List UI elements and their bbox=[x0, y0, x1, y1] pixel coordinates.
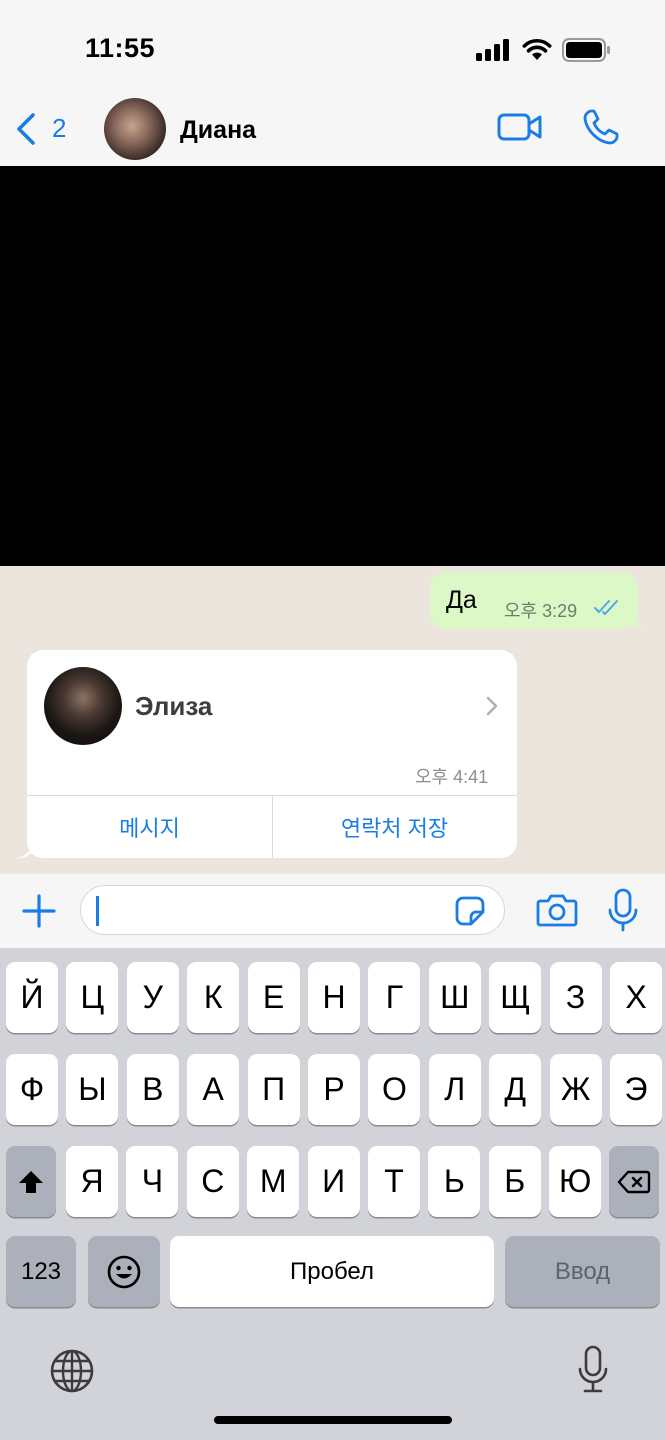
return-key[interactable]: Ввод bbox=[505, 1236, 660, 1307]
key-М[interactable]: М bbox=[247, 1146, 300, 1217]
key-Ю[interactable]: Ю bbox=[549, 1146, 602, 1217]
key-Ш[interactable]: Ш bbox=[428, 962, 481, 1033]
key-Д[interactable]: Д bbox=[489, 1054, 542, 1125]
chat-header: 2 Диана bbox=[0, 96, 665, 166]
key-Х[interactable]: Х bbox=[610, 962, 662, 1033]
status-bar: 11:55 bbox=[0, 0, 665, 96]
key-Я[interactable]: Я bbox=[66, 1146, 118, 1217]
status-time: 11:55 bbox=[85, 33, 156, 63]
key-Г[interactable]: Г bbox=[368, 962, 421, 1033]
message-time: 오후 3:29 bbox=[504, 601, 578, 621]
key-Ф[interactable]: Ф bbox=[6, 1054, 58, 1125]
key-Ч[interactable]: Ч bbox=[126, 1146, 179, 1217]
key-Р[interactable]: Р bbox=[308, 1054, 360, 1125]
contact-avatar[interactable] bbox=[104, 98, 166, 160]
dictation-icon[interactable] bbox=[576, 1345, 610, 1395]
key-В[interactable]: В bbox=[126, 1054, 179, 1125]
key-З[interactable]: З bbox=[549, 962, 602, 1033]
shared-contact-card[interactable]: Элиза 오후 4:41 메시지 연락처 저장 bbox=[27, 650, 517, 858]
key-И[interactable]: И bbox=[307, 1146, 360, 1217]
message-time: 오후 4:41 bbox=[415, 767, 489, 787]
key-Ц[interactable]: Ц bbox=[66, 962, 119, 1033]
home-indicator bbox=[214, 1416, 452, 1424]
double-check-icon bbox=[594, 600, 618, 615]
key-А[interactable]: А bbox=[187, 1054, 240, 1125]
key-Ж[interactable]: Ж bbox=[549, 1054, 602, 1125]
phone-icon[interactable] bbox=[582, 108, 620, 146]
contact-name[interactable]: Диана bbox=[180, 116, 256, 145]
key-О[interactable]: О bbox=[368, 1054, 421, 1125]
outgoing-message-bubble[interactable]: Да 오후 3:29 bbox=[430, 572, 638, 629]
key-Э[interactable]: Э bbox=[610, 1054, 662, 1125]
microphone-icon[interactable] bbox=[607, 888, 639, 932]
emoji-key[interactable] bbox=[88, 1236, 160, 1307]
key-Й[interactable]: Й bbox=[6, 962, 58, 1033]
shift-icon bbox=[19, 1170, 43, 1193]
numbers-key[interactable]: 123 bbox=[6, 1236, 76, 1307]
backspace-icon bbox=[617, 1170, 651, 1193]
message-text: Да bbox=[446, 586, 477, 614]
emoji-icon bbox=[107, 1255, 141, 1288]
key-К[interactable]: К bbox=[187, 962, 240, 1033]
shared-contact-avatar bbox=[44, 667, 122, 745]
video-camera-icon[interactable] bbox=[497, 111, 543, 143]
plus-icon[interactable] bbox=[21, 893, 57, 929]
key-С[interactable]: С bbox=[186, 1146, 239, 1217]
message-contact-button[interactable]: 메시지 bbox=[27, 795, 272, 858]
backspace-key[interactable] bbox=[609, 1146, 659, 1217]
chevron-right-icon[interactable] bbox=[485, 695, 499, 717]
message-input[interactable] bbox=[80, 885, 505, 935]
text-caret bbox=[96, 896, 99, 926]
message-input-bar bbox=[0, 874, 665, 948]
wifi-icon bbox=[522, 38, 552, 60]
key-П[interactable]: П bbox=[247, 1054, 300, 1125]
key-Б[interactable]: Б bbox=[488, 1146, 541, 1217]
key-Е[interactable]: Е bbox=[247, 962, 300, 1033]
bubble-tail bbox=[630, 610, 650, 629]
keyboard: ЙЦУКЕНГШЩЗХ ФЫВАПРОЛДЖЭ ЯЧСМИТЬБЮ 123 Пр… bbox=[0, 948, 665, 1440]
shared-contact-name: Элиза bbox=[135, 691, 213, 721]
back-unread-count[interactable]: 2 bbox=[52, 113, 66, 144]
shift-key[interactable] bbox=[6, 1146, 56, 1217]
key-Н[interactable]: Н bbox=[308, 962, 360, 1033]
space-key[interactable]: Пробел bbox=[170, 1236, 494, 1307]
media-message[interactable] bbox=[0, 166, 665, 566]
key-У[interactable]: У bbox=[126, 962, 179, 1033]
camera-icon[interactable] bbox=[536, 892, 578, 928]
chevron-left-icon[interactable] bbox=[14, 112, 38, 146]
key-Т[interactable]: Т bbox=[368, 1146, 420, 1217]
sticker-icon[interactable] bbox=[454, 895, 486, 927]
battery-icon bbox=[562, 38, 610, 62]
globe-icon[interactable] bbox=[49, 1348, 95, 1394]
key-Щ[interactable]: Щ bbox=[489, 962, 542, 1033]
cellular-signal-icon bbox=[476, 39, 509, 61]
key-Ы[interactable]: Ы bbox=[66, 1054, 119, 1125]
key-Л[interactable]: Л bbox=[428, 1054, 481, 1125]
key-Ь[interactable]: Ь bbox=[428, 1146, 481, 1217]
save-contact-button[interactable]: 연락처 저장 bbox=[272, 795, 517, 858]
